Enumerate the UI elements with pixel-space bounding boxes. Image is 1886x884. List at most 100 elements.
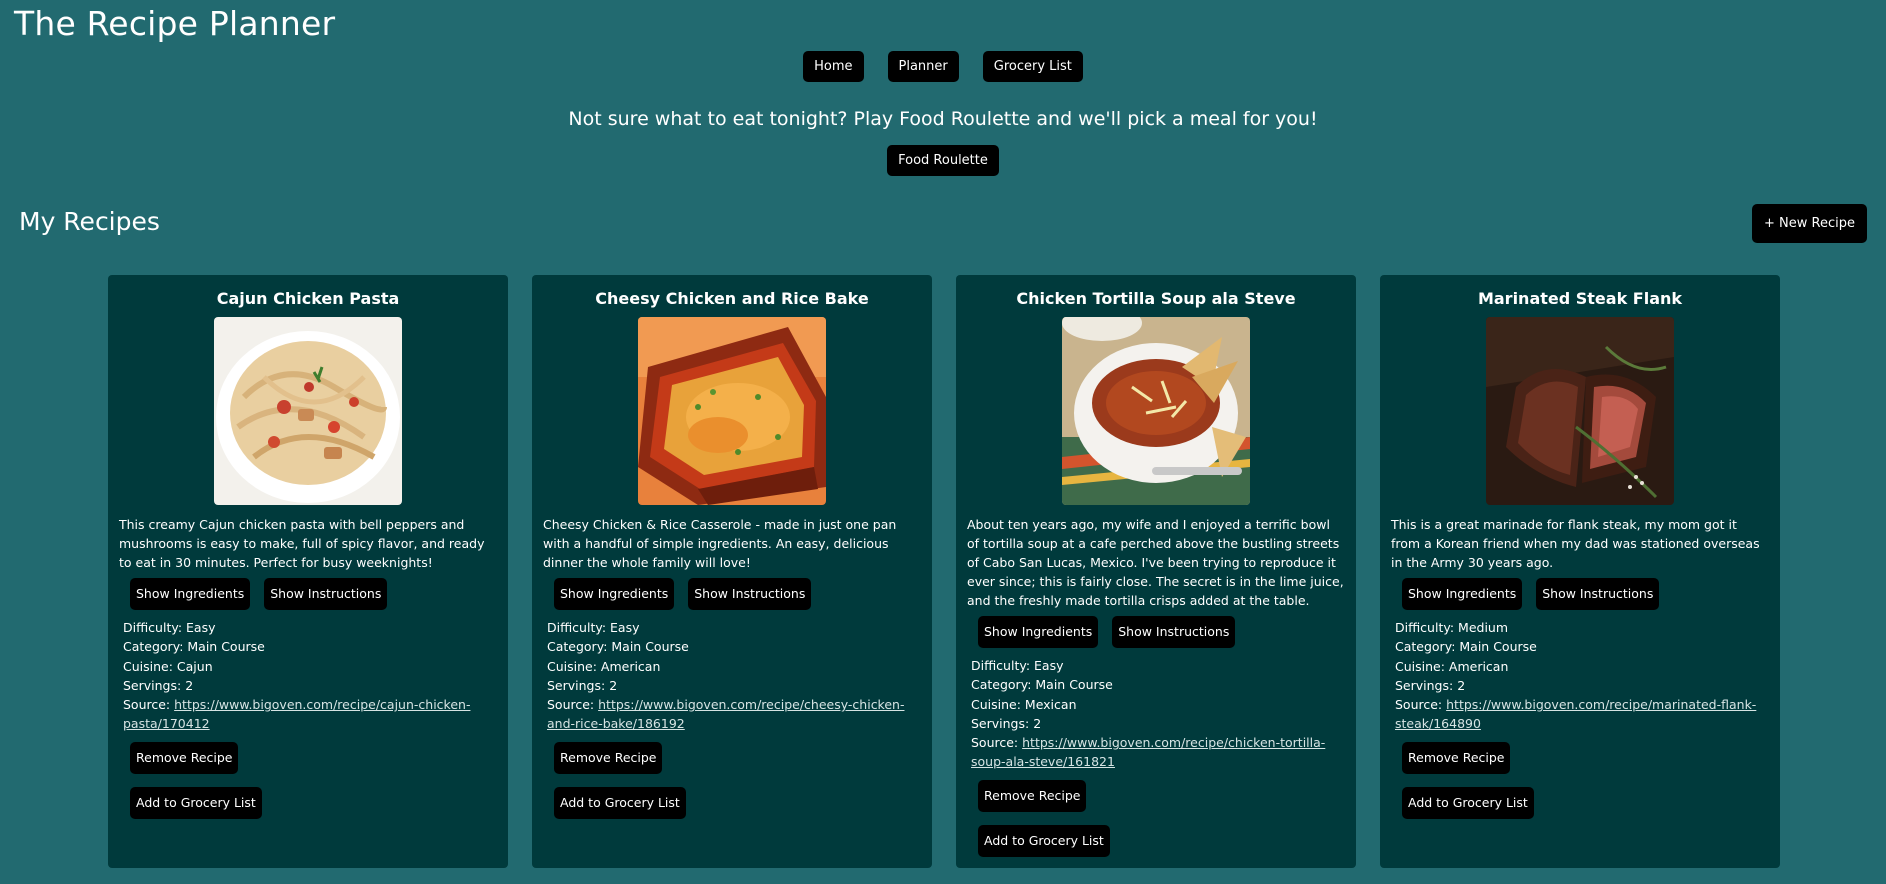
servings-value: 2 [185,677,194,693]
show-instructions-button[interactable]: Show Instructions [1536,578,1660,610]
recipe-title: Chicken Tortilla Soup ala Steve [1016,289,1296,308]
recipe-card: Cajun Chicken Pasta This creamy Cajun ch… [108,275,508,868]
recipe-details: Difficulty: Easy Category: Main Course C… [123,618,497,734]
difficulty-label: Difficulty: [547,620,611,635]
source-link[interactable]: https://www.bigoven.com/recipe/chicken-t… [971,735,1325,769]
add-to-grocery-list-button[interactable]: Add to Grocery List [130,786,262,819]
food-roulette-container: Food Roulette [0,145,1886,176]
difficulty-label: Difficulty: [1395,620,1459,635]
my-recipes-heading: My Recipes [19,207,160,236]
casserole-photo [638,317,826,505]
recipe-toggle-buttons: Show Ingredients Show Instructions [1391,578,1769,610]
difficulty-line: Difficulty: Easy [971,656,1345,675]
source-line: Source: https://www.bigoven.com/recipe/c… [123,695,497,734]
show-ingredients-button[interactable]: Show Ingredients [1402,578,1523,610]
cuisine-value: American [600,658,661,674]
category-value: Main Course [611,639,689,655]
recipe-title: Marinated Steak Flank [1477,289,1683,308]
add-to-grocery-list-button[interactable]: Add to Grocery List [978,824,1110,857]
servings-line: Servings: 2 [547,676,921,695]
difficulty-line: Difficulty: Easy [547,618,921,637]
difficulty-label: Difficulty: [123,620,187,635]
food-roulette-prompt: Not sure what to eat tonight? Play Food … [568,108,1318,130]
source-label: Source: [971,735,1023,751]
servings-label: Servings: [123,677,186,693]
show-ingredients-button[interactable]: Show Ingredients [554,578,675,610]
category-line: Category: Main Course [123,637,497,656]
cuisine-line: Cuisine: Cajun [123,657,497,676]
recipe-toggle-buttons: Show Ingredients Show Instructions [543,578,921,610]
nav-planner-button[interactable]: Planner [887,51,959,82]
nav-grocery-list-button[interactable]: Grocery List [982,51,1083,82]
cuisine-line: Cuisine: American [1395,657,1769,676]
remove-recipe-button[interactable]: Remove Recipe [130,741,239,774]
remove-recipe-button[interactable]: Remove Recipe [554,741,663,774]
show-instructions-button[interactable]: Show Instructions [688,578,812,610]
nav-home-button[interactable]: Home [803,51,864,82]
cuisine-label: Cuisine: [1395,658,1449,674]
food-roulette-button[interactable]: Food Roulette [887,145,999,176]
category-label: Category: [971,677,1036,693]
difficulty-line: Difficulty: Medium [1395,618,1769,637]
difficulty-value: Medium [1458,620,1509,635]
category-label: Category: [547,639,612,655]
category-label: Category: [1395,639,1460,655]
recipe-title: Cajun Chicken Pasta [216,289,400,308]
show-ingredients-button[interactable]: Show Ingredients [978,616,1099,648]
source-line: Source: https://www.bigoven.com/recipe/m… [1395,695,1769,734]
category-value: Main Course [187,639,265,655]
source-line: Source: https://www.bigoven.com/recipe/c… [971,733,1345,772]
recipe-description: This creamy Cajun chicken pasta with bel… [119,517,485,570]
difficulty-value: Easy [1034,658,1064,673]
source-link[interactable]: https://www.bigoven.com/recipe/cheesy-ch… [547,697,904,731]
steak-photo [1486,317,1674,505]
category-value: Main Course [1459,639,1537,655]
servings-value: 2 [1033,715,1042,731]
new-recipe-button[interactable]: + New Recipe [1752,204,1867,243]
source-link[interactable]: https://www.bigoven.com/recipe/cajun-chi… [123,697,470,731]
servings-line: Servings: 2 [971,714,1345,733]
source-link[interactable]: https://www.bigoven.com/recipe/marinated… [1395,697,1756,731]
cuisine-value: Mexican [1024,696,1077,712]
source-line: Source: https://www.bigoven.com/recipe/c… [547,695,921,734]
category-label: Category: [123,639,188,655]
servings-line: Servings: 2 [123,676,497,695]
category-value: Main Course [1035,677,1113,693]
recipe-details: Difficulty: Easy Category: Main Course C… [547,618,921,734]
recipe-description: Cheesy Chicken & Rice Casserole - made i… [543,517,897,570]
category-line: Category: Main Course [971,675,1345,694]
difficulty-value: Easy [610,620,640,635]
servings-label: Servings: [971,715,1034,731]
app-title: The Recipe Planner [14,4,336,43]
recipe-card: Marinated Steak Flank This is a great ma… [1380,275,1780,868]
cuisine-line: Cuisine: American [547,657,921,676]
servings-label: Servings: [1395,677,1458,693]
show-instructions-button[interactable]: Show Instructions [264,578,388,610]
cuisine-label: Cuisine: [971,696,1025,712]
difficulty-label: Difficulty: [971,658,1035,673]
servings-value: 2 [609,677,618,693]
source-label: Source: [1395,697,1447,713]
recipe-toggle-buttons: Show Ingredients Show Instructions [967,616,1345,648]
recipe-description: About ten years ago, my wife and I enjoy… [967,517,1344,608]
recipe-title: Cheesy Chicken and Rice Bake [595,289,869,308]
recipe-card-list: Cajun Chicken Pasta This creamy Cajun ch… [108,275,1780,868]
remove-recipe-button[interactable]: Remove Recipe [1402,741,1511,774]
servings-label: Servings: [547,677,610,693]
category-line: Category: Main Course [547,637,921,656]
recipe-toggle-buttons: Show Ingredients Show Instructions [119,578,497,610]
cuisine-label: Cuisine: [123,658,177,674]
show-ingredients-button[interactable]: Show Ingredients [130,578,251,610]
recipe-card: Cheesy Chicken and Rice Bake Cheesy Chic… [532,275,932,868]
show-instructions-button[interactable]: Show Instructions [1112,616,1236,648]
recipe-card: Chicken Tortilla Soup ala Steve About te… [956,275,1356,868]
recipe-description: This is a great marinade for flank steak… [1391,517,1760,570]
cuisine-label: Cuisine: [547,658,601,674]
add-to-grocery-list-button[interactable]: Add to Grocery List [1402,786,1534,819]
recipe-details: Difficulty: Medium Category: Main Course… [1395,618,1769,734]
servings-value: 2 [1457,677,1466,693]
cuisine-value: American [1448,658,1509,674]
remove-recipe-button[interactable]: Remove Recipe [978,779,1087,812]
difficulty-value: Easy [186,620,216,635]
add-to-grocery-list-button[interactable]: Add to Grocery List [554,786,686,819]
